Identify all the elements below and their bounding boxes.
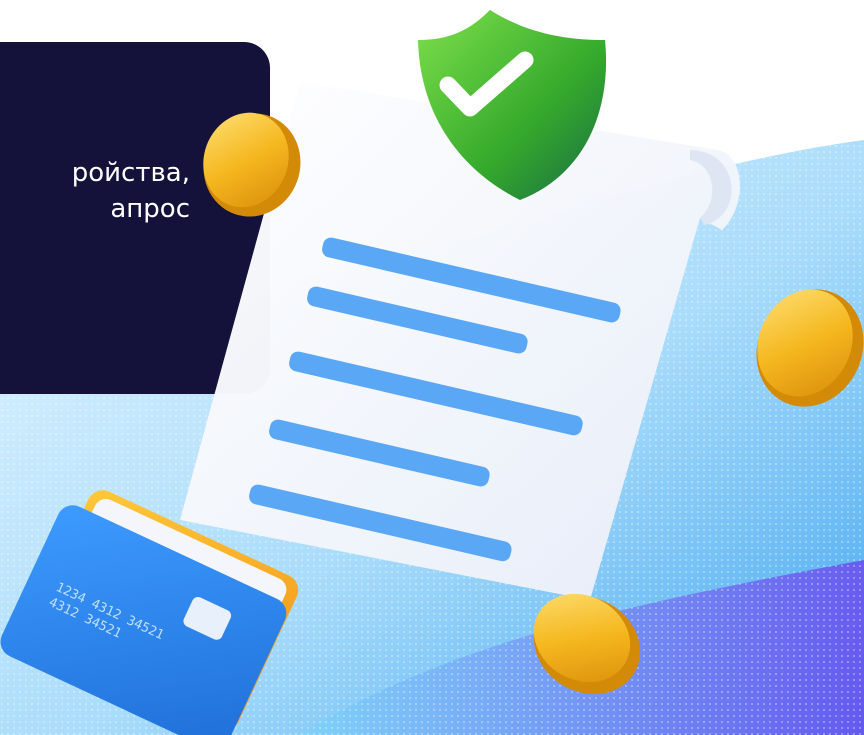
promo-text-line2: апрос bbox=[110, 194, 190, 224]
promo-text-line1: ройства, bbox=[71, 158, 190, 188]
promo-text: ройства, апрос bbox=[0, 155, 190, 227]
